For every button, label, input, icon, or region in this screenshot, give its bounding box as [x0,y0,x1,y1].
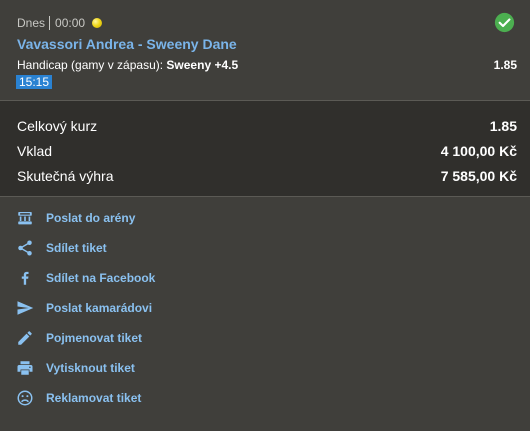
stake-value: 4 100,00 Kč [440,143,517,159]
win-row: Skutečná výhra 7 585,00 Kč [17,168,517,186]
meta-separator [49,16,51,30]
send-icon [16,299,34,317]
rename-ticket-button[interactable]: Pojmenovat tiket [16,328,142,348]
action-label: Poslat kamarádovi [46,301,153,315]
selection-label: Sweeny +4.5 [166,58,239,72]
complain-ticket-button[interactable]: Reklamovat tiket [16,388,141,408]
print-ticket-button[interactable]: Vytisknout tiket [16,358,135,378]
tennis-ball-icon [92,18,103,28]
market-label: Handicap (gamy v zápasu): [17,58,164,72]
event-meta: Dnes 00:00 [17,15,103,31]
total-odds-label: Celkový kurz [17,118,98,134]
ticket-summary: Celkový kurz 1.85 Vklad 4 100,00 Kč Skut… [0,101,530,196]
stake-label: Vklad [17,143,53,159]
arena-icon [16,209,34,227]
pencil-icon [16,329,34,347]
bet-event: Dnes 00:00 Vavassori Andrea - Sweeny Dan… [0,0,530,100]
selection-odds: 1.85 [493,58,517,72]
total-odds-row: Celkový kurz 1.85 [17,118,517,136]
share-icon [16,239,34,257]
action-label: Reklamovat tiket [46,391,142,405]
action-label: Pojmenovat tiket [46,331,143,345]
win-label: Skutečná výhra [17,168,114,184]
check-circle-icon [494,12,515,33]
match-name-link[interactable]: Vavassori Andrea - Sweeny Dane [17,36,237,52]
event-time: 00:00 [55,16,86,30]
share-ticket-button[interactable]: Sdílet tiket [16,238,107,258]
time-badge: 15:15 [16,75,53,89]
action-label: Sdílet na Facebook [46,271,156,285]
win-value: 7 585,00 Kč [440,168,517,184]
printer-icon [16,359,34,377]
market-row: Handicap (gamy v zápasu): Sweeny +4.5 1.… [17,58,517,72]
stake-row: Vklad 4 100,00 Kč [17,143,517,161]
event-day: Dnes [17,16,46,30]
action-label: Sdílet tiket [46,241,107,255]
send-to-friend-button[interactable]: Poslat kamarádovi [16,298,152,318]
sad-face-icon [16,389,34,407]
action-label: Poslat do arény [46,211,136,225]
facebook-icon [16,269,34,287]
total-odds-value: 1.85 [489,118,517,134]
action-label: Vytisknout tiket [46,361,135,375]
divider [0,196,530,197]
send-to-arena-button[interactable]: Poslat do arény [16,208,135,228]
share-facebook-button[interactable]: Sdílet na Facebook [16,268,155,288]
